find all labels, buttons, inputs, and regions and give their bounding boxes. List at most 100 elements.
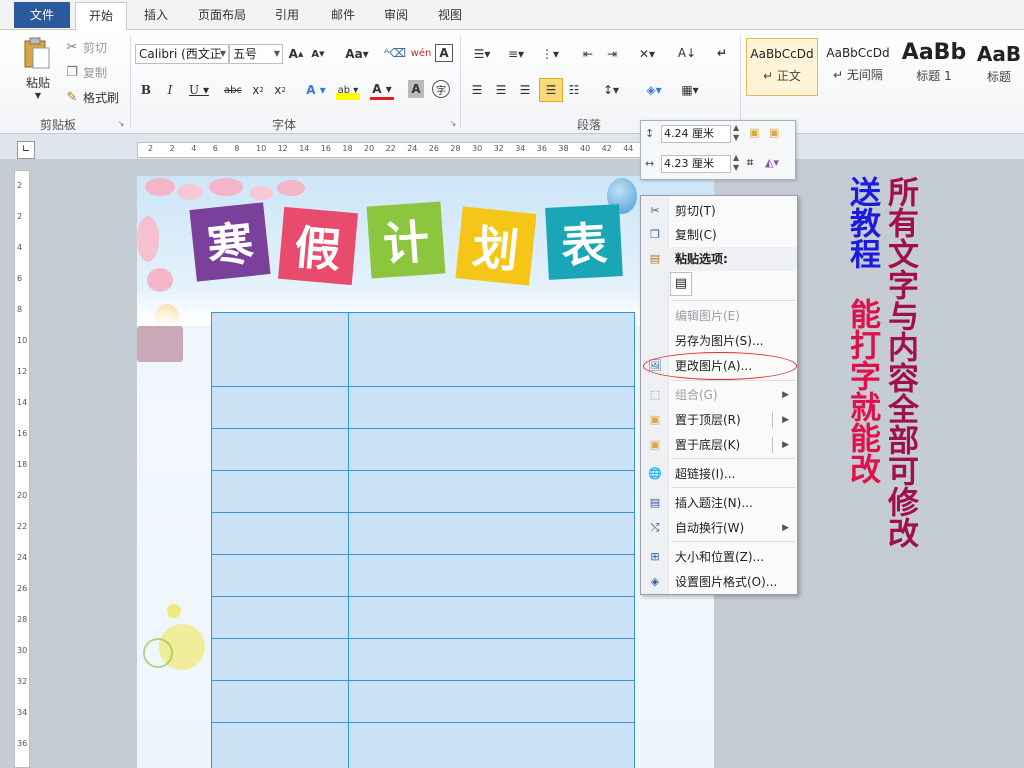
shading-icon[interactable]: ◈▾ [640, 80, 668, 100]
menu-item-bring-to-front[interactable]: ▣ 置于顶层(R) ▶ [641, 408, 797, 432]
tab-insert[interactable]: 插入 [135, 0, 177, 30]
phonetic-guide-icon[interactable]: wén [410, 42, 432, 64]
tab-view[interactable]: 视图 [429, 0, 471, 30]
tab-references[interactable]: 引用 [266, 0, 308, 30]
justify-icon[interactable]: ☰ [539, 78, 563, 102]
tab-selector-button[interactable]: ∟ [17, 141, 35, 159]
wrap-text-icon[interactable]: ◭▾ [765, 156, 779, 169]
multilevel-list-icon[interactable]: ⋮▾ [536, 44, 564, 64]
menu-item-save-as-picture[interactable]: 另存为图片(S)... [641, 329, 797, 353]
style-heading-1[interactable]: AaBb 标题 1 [898, 38, 970, 96]
table-cell[interactable] [348, 386, 635, 429]
table-cell[interactable] [348, 470, 635, 513]
menu-item-cut[interactable]: ✂ 剪切(T) [641, 199, 797, 223]
document-page[interactable]: 寒 假 计 划 表 [137, 176, 714, 768]
spin-down-icon[interactable]: ▼ [733, 163, 739, 172]
char-border-icon[interactable]: A [435, 44, 453, 62]
table-cell[interactable] [211, 680, 349, 723]
font-name-combo[interactable]: Calibri (西文正 ▼ [135, 44, 229, 64]
send-backward-icon[interactable]: ▣ [769, 126, 779, 139]
copy-button[interactable]: ❐ 复制 [64, 63, 114, 81]
tab-file[interactable]: 文件 [14, 2, 70, 28]
picture-height-input[interactable]: 4.24 厘米 [661, 125, 731, 143]
table-cell[interactable] [348, 722, 635, 768]
style-no-spacing[interactable]: AaBbCcDd ↵ 无间隔 [822, 38, 894, 96]
strikethrough-icon[interactable]: abc [220, 80, 246, 100]
line-spacing-icon[interactable]: ↕▾ [598, 80, 624, 100]
grow-font-icon[interactable]: A ▲ [288, 44, 304, 64]
asian-layout-icon[interactable]: ✕▾ [634, 44, 660, 64]
paste-keep-format-icon[interactable]: ▤ [670, 272, 692, 296]
align-left-icon[interactable]: ☰ [468, 80, 486, 100]
cut-button[interactable]: ✂ 剪切 [64, 38, 114, 56]
table-cell[interactable] [211, 554, 349, 597]
crop-icon[interactable]: ⌗ [747, 156, 753, 170]
table-cell[interactable] [348, 596, 635, 639]
table-cell[interactable] [211, 512, 349, 555]
increase-indent-icon[interactable]: ⇥ [602, 44, 622, 64]
numbering-icon[interactable]: ≡▾ [502, 44, 530, 64]
table-cell[interactable] [211, 722, 349, 768]
menu-item-wrap-text[interactable]: ⤭ 自动换行(W) ▶ [641, 516, 797, 540]
align-center-icon[interactable]: ☰ [492, 80, 510, 100]
distributed-icon[interactable]: ☷ [565, 80, 583, 100]
submenu-arrow-icon[interactable]: ▶ [782, 433, 789, 457]
menu-item-send-to-back[interactable]: ▣ 置于底层(K) ▶ [641, 433, 797, 457]
show-marks-icon[interactable]: ↵ [714, 42, 730, 64]
font-size-combo[interactable]: 五号 ▼ [229, 44, 283, 64]
paste-icon[interactable] [20, 36, 54, 72]
plan-table[interactable] [211, 312, 635, 768]
table-cell[interactable] [211, 470, 349, 513]
spin-up-icon[interactable]: ▲ [733, 123, 739, 132]
table-cell[interactable] [211, 386, 349, 429]
shrink-font-icon[interactable]: A ▼ [310, 44, 326, 64]
format-painter-button[interactable]: ✎ 格式刷 [64, 88, 124, 106]
spin-up-icon[interactable]: ▲ [733, 153, 739, 162]
table-cell[interactable] [211, 428, 349, 471]
paste-button[interactable]: 粘贴 [20, 74, 56, 90]
text-effects-icon[interactable]: A ▾ [304, 80, 328, 100]
bring-forward-icon[interactable]: ▣ [749, 126, 759, 139]
menu-item-size-position[interactable]: ⊞ 大小和位置(Z)... [641, 545, 797, 569]
decrease-indent-icon[interactable]: ⇤ [578, 44, 598, 64]
clipboard-launcher-icon[interactable]: ↘ [116, 118, 126, 128]
poster-image[interactable]: 寒 假 计 划 表 [137, 176, 714, 768]
paste-dropdown-icon[interactable]: ▼ [32, 90, 44, 100]
menu-item-insert-caption[interactable]: ▤ 插入题注(N)... [641, 491, 797, 515]
tab-home[interactable]: 开始 [75, 2, 127, 31]
style-normal[interactable]: AaBbCcDd ↵ 正文 [746, 38, 818, 96]
submenu-arrow-icon[interactable]: ▶ [782, 408, 789, 432]
clear-format-icon[interactable]: ᴬ⌫ [384, 42, 406, 64]
bold-icon[interactable]: B [138, 80, 154, 100]
borders-icon[interactable]: ▦▾ [676, 80, 704, 100]
char-shading-icon[interactable]: A [408, 80, 424, 98]
table-cell[interactable] [348, 512, 635, 555]
table-cell[interactable] [211, 638, 349, 681]
table-cell[interactable] [348, 554, 635, 597]
menu-item-format-picture[interactable]: ◈ 设置图片格式(O)... [641, 570, 797, 594]
horizontal-ruler[interactable]: 2 2 4 6 8 10 12 14 16 18 20 22 24 26 28 30 32 34 36 38 40 42 4… [137, 142, 717, 158]
change-case-icon[interactable]: Aa▾ [344, 44, 370, 64]
vertical-ruler[interactable]: 2 2 4 6 8 10 12 14 16 18 20 22 24 26 28 30 32 34 36 [14, 170, 30, 768]
spin-down-icon[interactable]: ▼ [733, 133, 739, 142]
table-cell[interactable] [211, 312, 349, 387]
enclose-char-icon[interactable]: 字 [432, 80, 450, 98]
sort-icon[interactable]: A↓ [676, 42, 698, 64]
font-color-icon[interactable]: A ▾ [370, 80, 394, 100]
subscript-icon[interactable]: x2 [250, 80, 266, 100]
tab-review[interactable]: 审阅 [375, 0, 417, 30]
table-cell[interactable] [348, 680, 635, 723]
style-heading[interactable]: AaB 标题 [974, 38, 1024, 96]
table-cell[interactable] [348, 312, 635, 387]
align-right-icon[interactable]: ☰ [516, 80, 534, 100]
picture-width-input[interactable]: 4.23 厘米 [661, 155, 731, 173]
menu-item-copy[interactable]: ❐ 复制(C) [641, 223, 797, 247]
italic-icon[interactable]: I [162, 80, 178, 100]
font-launcher-icon[interactable]: ↘ [448, 118, 458, 128]
tab-page-layout[interactable]: 页面布局 [188, 0, 256, 30]
table-cell[interactable] [348, 638, 635, 681]
highlight-icon[interactable]: ab ▾ [336, 80, 360, 100]
tab-mailings[interactable]: 邮件 [322, 0, 364, 30]
superscript-icon[interactable]: x2 [272, 80, 288, 100]
underline-icon[interactable]: U ▾ [186, 80, 212, 100]
